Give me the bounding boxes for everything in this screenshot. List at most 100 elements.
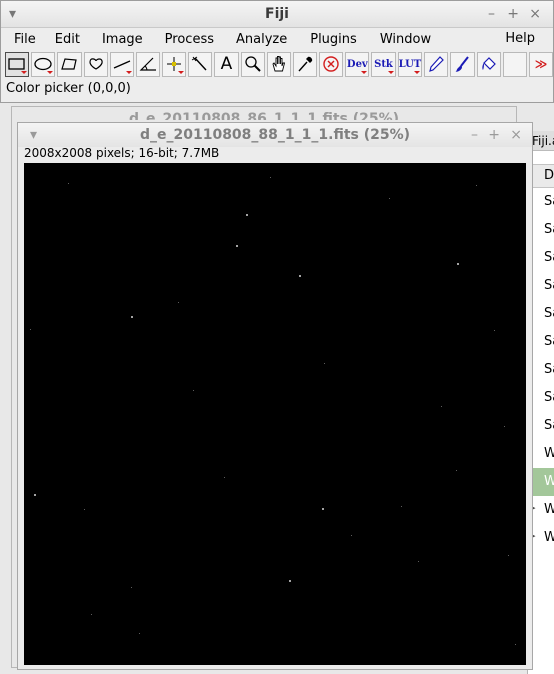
oval-tool[interactable] [31,51,56,77]
star-point [476,185,477,186]
image-title-bar[interactable]: ▾ d_e_20110808_88_1_1_1.fits (25%) – + × [18,123,532,147]
list-item-label: W [544,474,554,489]
menu-analyze[interactable]: Analyze [214,32,287,47]
polygon-tool[interactable] [57,51,82,77]
list-item-label: Sa [544,222,554,237]
paintbrush-icon [455,56,470,72]
status-bar: Color picker (0,0,0) [6,81,131,96]
fiji-title-bar[interactable]: ▾ Fiji – + × [1,1,553,28]
star-point [139,633,140,634]
image-window: ▾ d_e_20110808_88_1_1_1.fits (25%) – + ×… [17,122,533,670]
star-point [515,644,516,645]
angle-tool[interactable] [135,51,161,77]
star-point [224,477,225,478]
magnifier-icon [244,56,261,72]
menu-window[interactable]: Window [357,32,431,47]
list-item-label: Sa [544,306,554,321]
list-item-label: Sa [544,334,554,349]
back-image-title: d_e_20110808_86_1_1_1.fits (25%) [128,111,400,120]
star-point [131,316,133,318]
image-info: 2008x2008 pixels; 16-bit; 7.7MB [24,146,220,160]
star-point [508,555,509,556]
star-point [322,508,324,510]
hand-icon [272,56,285,72]
list-item-label: Sa [544,278,554,293]
star-point [30,329,31,330]
list-item-label: Sa [544,362,554,377]
wand-tool[interactable] [188,51,213,77]
star-point [289,580,291,582]
star-point [68,183,69,184]
list-item-label: W [544,502,554,517]
stop-tool[interactable] [319,51,344,77]
stk-tool[interactable]: Stk [371,51,396,77]
close-icon[interactable]: × [510,127,522,143]
star-point [418,561,419,562]
rectangle-tool[interactable] [5,51,30,77]
text-icon: A [220,54,233,74]
list-item-label: Sa [544,418,554,433]
star-point [389,198,390,199]
stack-menu-icon: Stk [374,58,393,70]
list-item-label: Sa [544,194,554,209]
star-point [193,390,194,391]
star-point [131,587,132,588]
maximize-icon[interactable]: + [507,6,519,22]
more-tools-icon: ≫ [534,57,548,71]
menu-plugins[interactable]: Plugins [287,32,357,47]
pencil-icon [429,56,445,72]
star-point [91,614,92,615]
point-tool[interactable] [162,51,187,77]
star-point [401,506,402,507]
freehand-selection-icon [88,58,103,70]
image-window-title: d_e_20110808_88_1_1_1.fits (25%) [139,127,411,143]
more-tools[interactable]: ≫ [528,51,554,77]
star-point [246,214,248,216]
brush-tool[interactable] [450,51,475,77]
star-point [441,406,442,407]
star-point [236,245,238,247]
pencil-tool[interactable] [424,51,449,77]
straight-line-icon [113,60,131,69]
tool-bar: A Dev Stk LUT ≫ [1,50,554,78]
flood-fill-tool[interactable] [476,51,501,77]
star-point [494,330,495,331]
magnifier-tool[interactable] [240,51,265,77]
minimize-icon[interactable]: – [488,6,495,22]
fiji-main-window: ▾ Fiji – + × File Edit Image Process Ana… [0,0,554,103]
text-tool[interactable]: A [214,51,239,77]
list-item-label: Sa [544,390,554,405]
dev-tool[interactable]: Dev [345,51,370,77]
star-point [270,177,271,178]
list-item-label: Sa [544,250,554,265]
line-tool[interactable] [109,51,134,77]
oval-selection-icon [34,57,52,71]
polygon-selection-icon [61,58,78,70]
list-item-label: W [544,446,554,461]
menu-file[interactable]: File [1,32,36,47]
minimize-icon[interactable]: – [471,127,478,143]
fiji-window-title: Fiji [265,6,289,22]
scroll-tool[interactable] [266,51,291,77]
rectangle-selection-icon [8,58,25,70]
menu-edit[interactable]: Edit [36,32,80,47]
close-icon[interactable]: × [529,6,541,22]
list-item-label: W [544,530,554,545]
menu-help[interactable]: Help [505,31,535,46]
menu-process[interactable]: Process [143,32,214,47]
angle-icon [139,57,156,71]
lut-tool[interactable]: LUT [397,51,423,77]
star-point [456,470,457,471]
freehand-tool[interactable] [83,51,108,77]
star-point [34,494,36,496]
maximize-icon[interactable]: + [488,127,500,143]
blank-tool[interactable] [502,51,527,77]
color-picker-tool[interactable] [292,51,318,77]
menu-image[interactable]: Image [80,32,143,47]
image-canvas[interactable] [24,163,526,665]
star-point [457,263,459,265]
dropper-icon [298,56,313,72]
stop-icon [323,56,339,72]
star-point [324,363,325,364]
star-point [351,535,352,536]
